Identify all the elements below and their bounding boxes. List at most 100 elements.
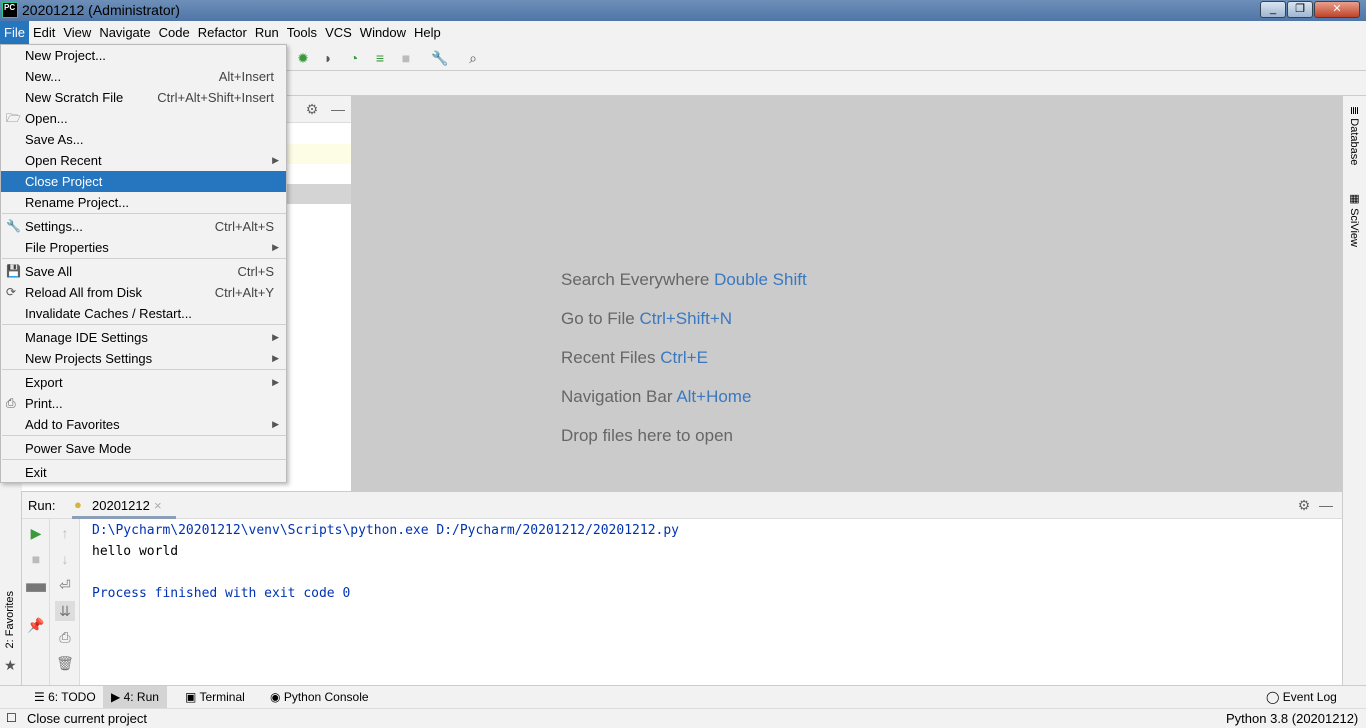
hint-drop-files: Drop files here to open bbox=[561, 426, 733, 445]
up-arrow-icon[interactable]: ↑ bbox=[55, 523, 75, 543]
menu-run[interactable]: Run bbox=[251, 21, 283, 44]
menu-vcs[interactable]: VCS bbox=[321, 21, 356, 44]
menu-item-label: Export bbox=[25, 375, 63, 390]
favorites-tab[interactable]: 2: Favorites bbox=[4, 591, 16, 648]
interpreter-selector[interactable]: Python 3.8 (20201212) bbox=[1226, 711, 1358, 726]
hide-icon[interactable]: — bbox=[328, 99, 348, 119]
menu-item-settings[interactable]: 🔧 Settings... Ctrl+Alt+S bbox=[1, 216, 286, 237]
menu-tools[interactable]: Tools bbox=[283, 21, 321, 44]
run-tab[interactable]: ● 20201212 × bbox=[72, 492, 176, 519]
menu-item-exit[interactable]: Exit bbox=[1, 462, 286, 483]
menu-view[interactable]: View bbox=[59, 21, 95, 44]
menu-item-label: New Scratch File bbox=[25, 90, 124, 105]
close-button[interactable]: ✕ bbox=[1314, 1, 1360, 18]
soft-wrap-icon[interactable]: ⏎ bbox=[55, 575, 75, 595]
menu-item-label: Save As... bbox=[25, 132, 84, 147]
hint-search-everywhere: Search Everywhere Double Shift bbox=[561, 270, 807, 289]
console-exit: Process finished with exit code 0 bbox=[92, 586, 351, 601]
todo-tab[interactable]: ☰ 6: TODO bbox=[26, 686, 104, 709]
menu-item-print[interactable]: ⎙ Print... bbox=[1, 393, 286, 414]
menu-item-open[interactable]: 🗁 Open... bbox=[1, 108, 286, 129]
gear-icon[interactable]: ⚙ bbox=[1294, 495, 1314, 515]
menu-item-open-recent[interactable]: Open Recent ▶ bbox=[1, 150, 286, 171]
search-icon[interactable]: ⌕ bbox=[463, 48, 483, 68]
debug-icon[interactable]: ✹ bbox=[293, 48, 313, 68]
down-arrow-icon[interactable]: ↓ bbox=[55, 549, 75, 569]
menu-item-new[interactable]: New... Alt+Insert bbox=[1, 66, 286, 87]
print-icon[interactable]: ⎙ bbox=[55, 627, 75, 647]
menu-refactor[interactable]: Refactor bbox=[194, 21, 251, 44]
menu-item-export[interactable]: Export ▶ bbox=[1, 372, 286, 393]
maximize-button[interactable]: ❐ bbox=[1287, 1, 1313, 18]
menu-item-file-properties[interactable]: File Properties ▶ bbox=[1, 237, 286, 258]
scroll-to-end-icon[interactable]: ⇊ bbox=[55, 601, 75, 621]
menu-item-power-save-mode[interactable]: Power Save Mode bbox=[1, 438, 286, 459]
menu-item-close-project[interactable]: Close Project bbox=[1, 171, 286, 192]
run-panel-header: Run: ● 20201212 × ⚙ — bbox=[22, 492, 1342, 519]
run-tab-label: 20201212 bbox=[92, 498, 150, 513]
bottom-tool-tabs: ☰ 6: TODO ▶ 4: Run ▣ Terminal ◉ Python C… bbox=[0, 685, 1366, 709]
event-log-tab[interactable]: ◯ Event Log bbox=[1258, 686, 1345, 709]
menu-navigate[interactable]: Navigate bbox=[95, 21, 154, 44]
menu-item-label: File Properties bbox=[25, 240, 109, 255]
database-tab[interactable]: ≣ Database bbox=[1348, 106, 1361, 165]
menu-item-shortcut: Ctrl+Alt+Y bbox=[214, 285, 274, 300]
menu-item-rename-project[interactable]: Rename Project... bbox=[1, 192, 286, 213]
sciview-tab[interactable]: ▦ SciView bbox=[1348, 192, 1361, 247]
menu-item-label: Open... bbox=[25, 111, 68, 126]
profile-icon[interactable]: ◔ bbox=[344, 48, 364, 68]
menu-help[interactable]: Help bbox=[410, 21, 445, 44]
python-console-tab[interactable]: ◉ Python Console bbox=[262, 686, 377, 709]
menu-item-label: Rename Project... bbox=[25, 195, 130, 210]
menu-item-shortcut: Ctrl+Alt+Shift+Insert bbox=[157, 90, 274, 105]
run-concurrency-icon[interactable]: ≡ bbox=[370, 48, 390, 68]
rerun-icon[interactable]: ▶ bbox=[26, 523, 46, 543]
menu-item-reload-all-from-disk[interactable]: ⟳ Reload All from Disk Ctrl+Alt+Y bbox=[1, 282, 286, 303]
console-output[interactable]: D:\Pycharm\20201212\venv\Scripts\python.… bbox=[92, 520, 679, 604]
submenu-arrow-icon: ▶ bbox=[272, 377, 279, 387]
menu-item-save-as[interactable]: Save As... bbox=[1, 129, 286, 150]
menu-bar: File Edit View Navigate Code Refactor Ru… bbox=[0, 21, 1366, 44]
right-tool-stripe: ≣ Database ▦ SciView bbox=[1342, 96, 1366, 685]
menu-item-label: Manage IDE Settings bbox=[25, 330, 148, 345]
menu-item-label: New Project... bbox=[25, 48, 106, 63]
menu-item-label: Save All bbox=[25, 264, 72, 279]
trash-icon[interactable]: 🗑 bbox=[55, 653, 75, 673]
menu-separator bbox=[2, 435, 286, 436]
menu-separator bbox=[2, 369, 286, 370]
menu-item-save-all[interactable]: 💾 Save All Ctrl+S bbox=[1, 261, 286, 282]
menu-item-manage-ide-settings[interactable]: Manage IDE Settings ▶ bbox=[1, 327, 286, 348]
menu-item-invalidate-caches-restart[interactable]: Invalidate Caches / Restart... bbox=[1, 303, 286, 324]
menu-code[interactable]: Code bbox=[155, 21, 194, 44]
menu-item-label: New Projects Settings bbox=[25, 351, 153, 366]
menu-item-new-project[interactable]: New Project... bbox=[1, 45, 286, 66]
run-coverage-icon[interactable]: ◗ bbox=[318, 48, 338, 68]
stop-icon[interactable]: ■ bbox=[26, 549, 46, 569]
toggle-tool-windows-icon[interactable]: ☐ bbox=[6, 711, 17, 725]
menu-item-new-scratch-file[interactable]: New Scratch File Ctrl+Alt+Shift+Insert bbox=[1, 87, 286, 108]
menu-item-label: Settings... bbox=[25, 219, 83, 234]
menu-item-add-to-favorites[interactable]: Add to Favorites ▶ bbox=[1, 414, 286, 435]
layout-icon[interactable]: ▀▀ bbox=[26, 581, 46, 601]
pin-icon[interactable]: 📌 bbox=[26, 615, 46, 635]
hide-icon[interactable]: — bbox=[1316, 495, 1336, 515]
wrench-icon: 🔧 bbox=[6, 219, 21, 233]
menu-item-new-projects-settings[interactable]: New Projects Settings ▶ bbox=[1, 348, 286, 369]
console-actions-column: ↑ ↓ ⏎ ⇊ ⎙ 🗑 bbox=[50, 519, 80, 686]
menu-file[interactable]: File bbox=[0, 21, 29, 44]
gear-icon[interactable]: ⚙ bbox=[302, 99, 322, 119]
minimize-button[interactable]: _ bbox=[1260, 1, 1286, 18]
pycharm-logo: PC bbox=[2, 2, 18, 18]
menu-window[interactable]: Window bbox=[356, 21, 410, 44]
menu-separator bbox=[2, 324, 286, 325]
menu-separator bbox=[2, 459, 286, 460]
menu-item-label: Reload All from Disk bbox=[25, 285, 143, 300]
python-icon: ● bbox=[74, 497, 82, 512]
wrench-icon[interactable]: 🔧 bbox=[430, 48, 450, 68]
run-tool-tab[interactable]: ▶ 4: Run bbox=[103, 686, 167, 709]
menu-edit[interactable]: Edit bbox=[29, 21, 59, 44]
close-tab-icon[interactable]: × bbox=[154, 498, 162, 513]
stop-icon[interactable]: ■ bbox=[396, 48, 416, 68]
menu-item-shortcut: Ctrl+S bbox=[237, 264, 274, 279]
terminal-tab[interactable]: ▣ Terminal bbox=[177, 686, 253, 709]
